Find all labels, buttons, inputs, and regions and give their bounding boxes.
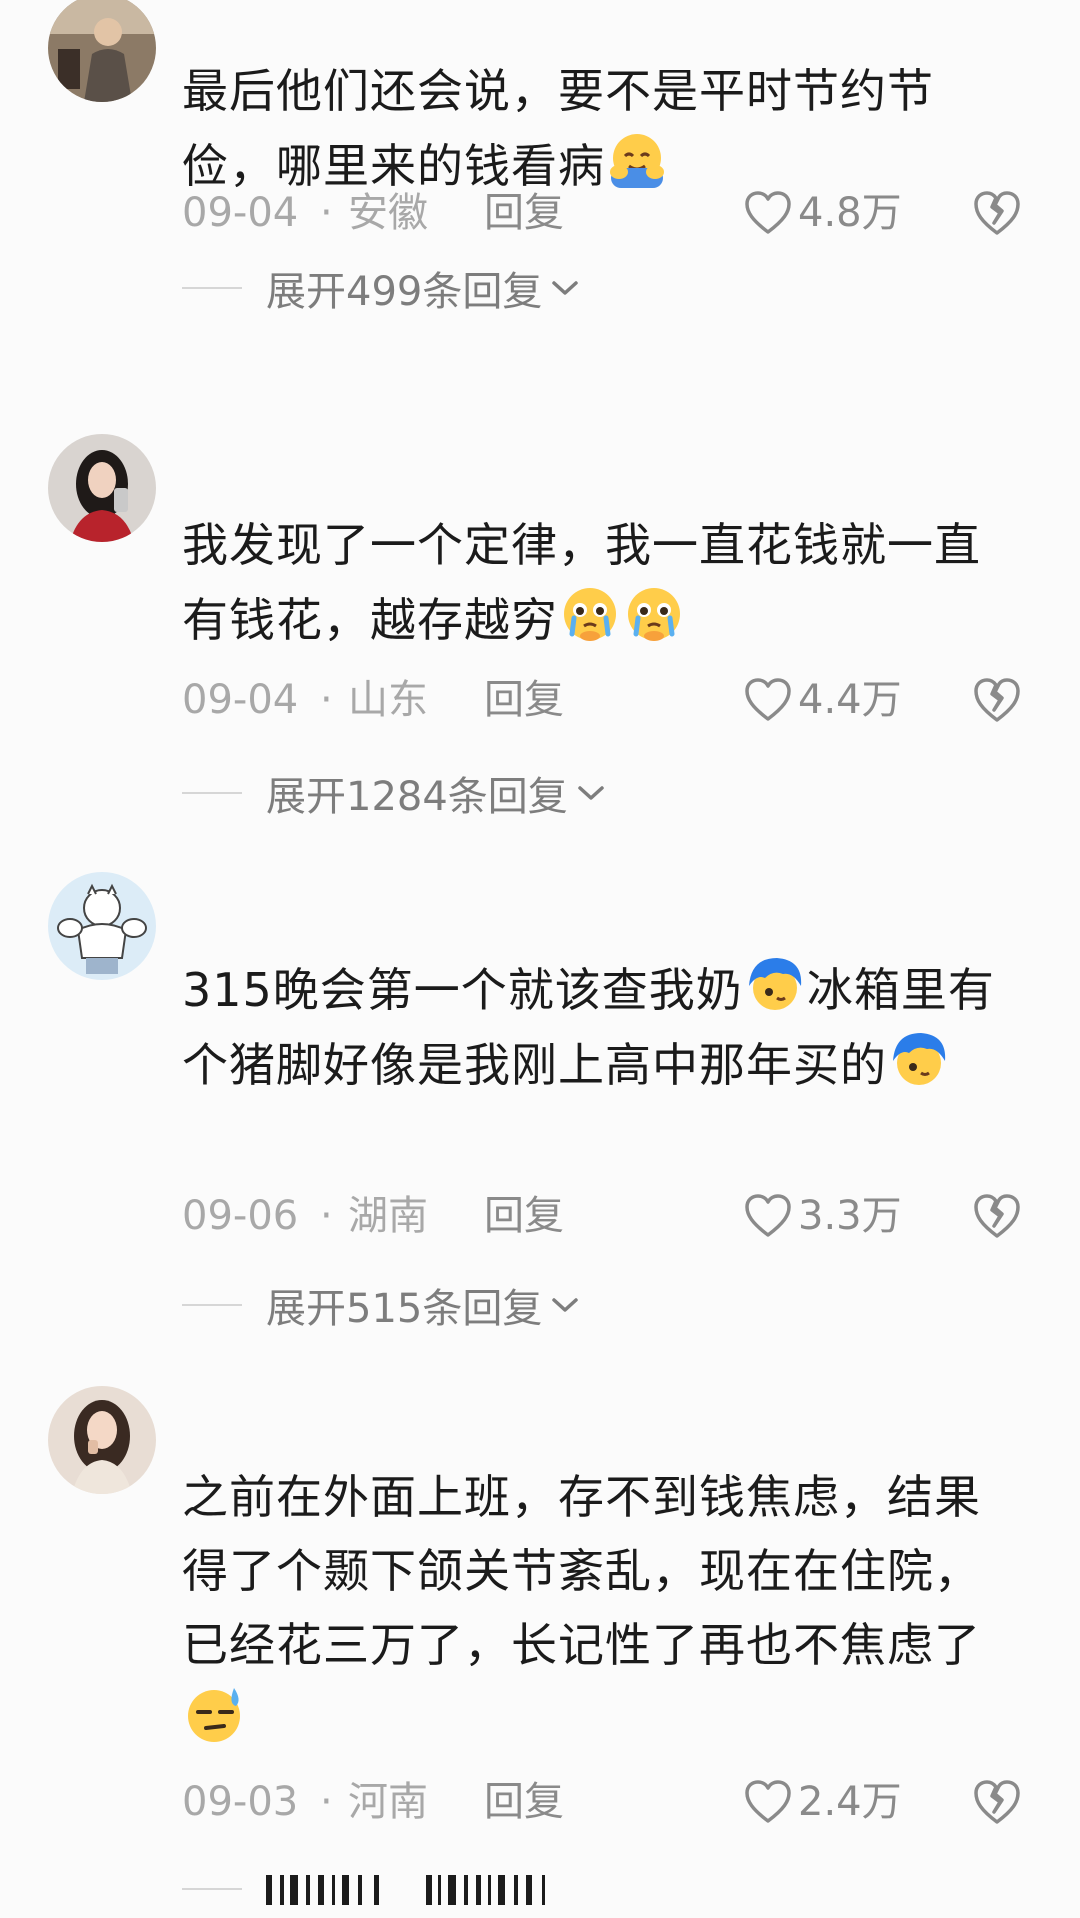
divider-line [182, 1304, 242, 1306]
sweat-face-icon [182, 1682, 246, 1746]
comment-meta: 09-04 · 安徽 回复 4.8万 [182, 183, 1032, 243]
broken-heart-icon [974, 191, 1020, 235]
like-count: 4.4万 [798, 677, 902, 723]
avatar[interactable] [48, 1386, 156, 1494]
avatar[interactable] [48, 872, 156, 980]
expand-replies-button[interactable]: 展开1284条回复 [182, 768, 606, 820]
meta-separator: · [320, 190, 333, 236]
redacted-text [266, 1875, 545, 1905]
broken-heart-icon [974, 1780, 1020, 1824]
expand-replies-label: 展开499条回复 [266, 269, 543, 315]
meta-separator: · [320, 1779, 333, 1825]
avatar[interactable] [48, 0, 156, 102]
chevron-down-icon [552, 281, 579, 295]
comment-text: 315晚会第一个就该查我奶 冰箱里有个猪脚好像是我刚上高中那年买的 [182, 952, 1022, 1102]
blue-hair-peeking-face-icon [887, 1027, 951, 1091]
heart-icon [745, 1194, 791, 1237]
reply-button[interactable]: 回复 [484, 183, 564, 243]
dislike-button[interactable] [972, 1778, 1022, 1826]
avatar[interactable] [48, 434, 156, 542]
pleading-crying-face-icon [622, 582, 686, 646]
expand-replies-button[interactable]: 展开515条回复 [182, 1280, 580, 1332]
comment-text: 最后他们还会说，要不是平时节约节俭，哪里来的钱看病 [182, 64, 934, 193]
chevron-down-icon [552, 1298, 579, 1312]
comment-text: 我发现了一个定律，我一直花钱就一直有钱花，越存越穷 [182, 518, 981, 647]
comment-date: 09-03 [182, 1779, 299, 1825]
comment-date: 09-04 [182, 190, 299, 236]
like-count: 4.8万 [798, 190, 902, 236]
dislike-button[interactable] [972, 189, 1022, 237]
expand-replies-label: 展开1284条回复 [266, 774, 568, 820]
comment-meta: 09-03 · 河南 回复 2.4万 [182, 1772, 1032, 1832]
like-count: 2.4万 [798, 1779, 902, 1825]
comment-date: 09-04 [182, 677, 299, 723]
heart-icon [745, 191, 791, 234]
comment-location: 山东 [348, 677, 428, 723]
comment-text: 之前在外面上班，存不到钱焦虑，结果得了个颞下颌关节紊乱，现在在住院，已经花三万了… [182, 1460, 1022, 1757]
chevron-down-icon [578, 786, 604, 800]
reply-button[interactable]: 回复 [484, 670, 564, 730]
comment-location: 湖南 [348, 1193, 428, 1239]
dislike-button[interactable] [972, 1192, 1022, 1240]
comment-location: 安徽 [348, 190, 428, 236]
pleading-crying-face-icon [558, 582, 622, 646]
expand-replies-button[interactable] [182, 1864, 626, 1914]
reply-button[interactable]: 回复 [484, 1772, 564, 1832]
like-button[interactable]: 3.3万 [744, 1186, 902, 1246]
heart-icon [745, 1780, 791, 1823]
blue-hair-peeking-face-icon [743, 952, 807, 1016]
comment-location: 河南 [348, 1779, 428, 1825]
like-button[interactable]: 4.4万 [744, 670, 902, 730]
like-button[interactable]: 4.8万 [744, 183, 902, 243]
divider-line [182, 792, 242, 794]
like-count: 3.3万 [798, 1193, 902, 1239]
heart-icon [745, 678, 791, 721]
comment-date: 09-06 [182, 1193, 299, 1239]
meta-separator: · [320, 1193, 333, 1239]
comment-meta: 09-06 · 湖南 回复 3.3万 [182, 1186, 1032, 1246]
meta-separator: · [320, 677, 333, 723]
divider-line [182, 1888, 242, 1890]
expand-replies-button[interactable]: 展开499条回复 [182, 263, 580, 315]
like-button[interactable]: 2.4万 [744, 1772, 902, 1832]
comment-meta: 09-04 · 山东 回复 4.4万 [182, 670, 1032, 730]
dislike-button[interactable] [972, 676, 1022, 724]
broken-heart-icon [974, 678, 1020, 722]
broken-heart-icon [974, 1194, 1020, 1238]
reply-button[interactable]: 回复 [484, 1186, 564, 1246]
expand-replies-label: 展开515条回复 [266, 1286, 543, 1332]
divider-line [182, 287, 242, 289]
